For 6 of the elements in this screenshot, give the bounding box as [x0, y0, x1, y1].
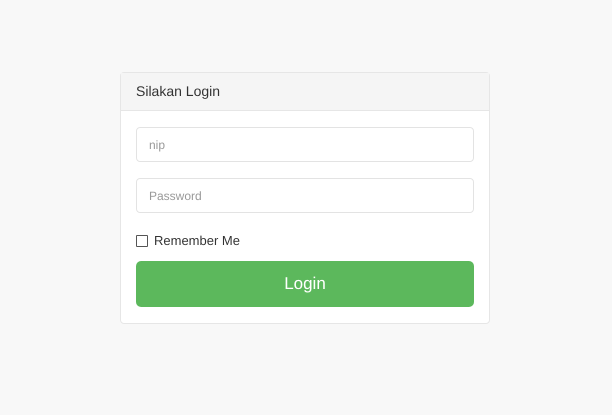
- remember-checkbox[interactable]: [136, 234, 148, 247]
- username-field[interactable]: nip: [136, 127, 474, 162]
- panel-title: Silakan Login: [136, 82, 220, 101]
- login-button[interactable]: Login: [136, 260, 474, 306]
- password-field[interactable]: Password: [136, 178, 474, 213]
- remember-label: Remember Me: [154, 232, 240, 250]
